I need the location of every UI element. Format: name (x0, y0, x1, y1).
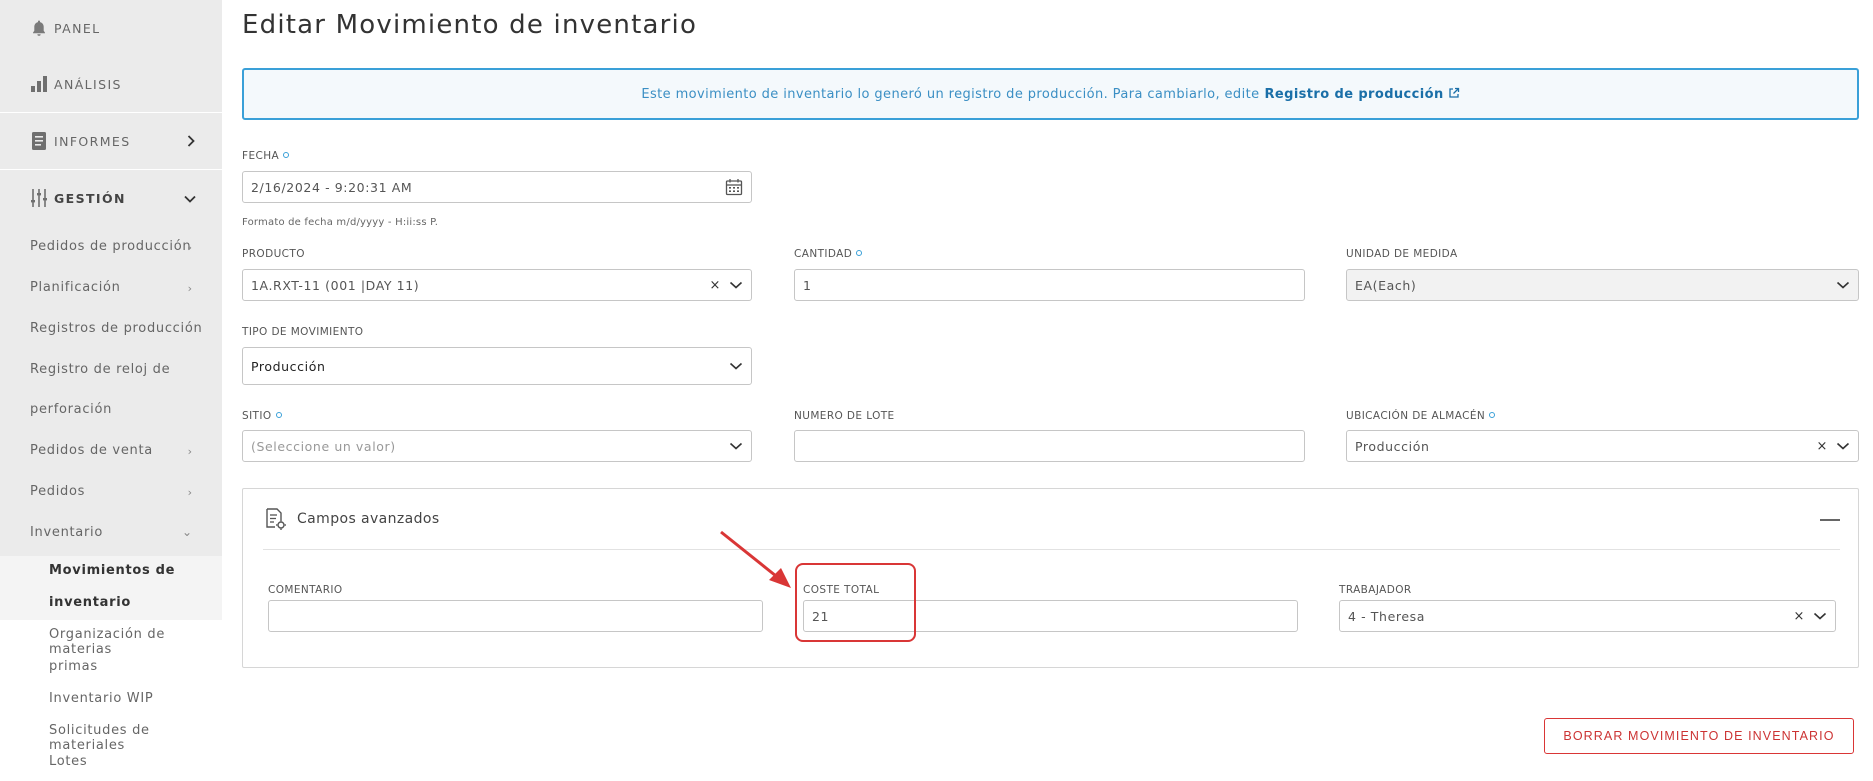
fecha-format-hint: Formato de fecha m/d/yyyy - H:ii:ss P. (242, 217, 439, 228)
external-link-icon (1448, 87, 1459, 98)
annotation-arrow-icon (720, 530, 791, 588)
nav-gestion-label: GESTIÓN (54, 190, 126, 206)
required-dot-icon (1489, 412, 1496, 418)
sitio-select[interactable]: (Seleccione un valor) (242, 430, 752, 462)
cantidad-input[interactable]: 1 (794, 269, 1305, 301)
chevron-right-icon (186, 132, 196, 151)
info-banner: Este movimiento de inventario lo generó … (242, 68, 1859, 120)
trabajador-label: TRABAJADOR (1339, 584, 1412, 596)
chevron-down-icon[interactable] (729, 361, 743, 371)
sliders-icon (28, 187, 50, 209)
sidebar-item-pedidos-produccion[interactable]: Pedidos de producción (30, 239, 191, 254)
cantidad-value: 1 (803, 277, 812, 293)
banner-link[interactable]: Registro de producción (1264, 87, 1459, 102)
sitio-label: SITIO (242, 410, 282, 422)
sidebar-subitem-movimientos-line2[interactable]: inventario (49, 595, 131, 610)
nav-analisis[interactable]: ANÁLISIS (0, 56, 222, 112)
ubicacion-label: UBICACIÓN DE ALMACÉN (1346, 410, 1496, 422)
comentario-input[interactable] (268, 600, 763, 632)
chevron-down-icon[interactable] (1813, 611, 1827, 621)
gestion-submenu: Pedidos de producción › Planificación › … (0, 226, 222, 556)
sidebar-item-planificacion[interactable]: Planificación (30, 280, 121, 295)
cantidad-label: CANTIDAD (794, 248, 863, 260)
tipo-label: TIPO DE MOVIMIENTO (242, 326, 364, 338)
sidebar: PANEL ANÁLISIS INFORMES GESTIÓN Pedidos … (0, 0, 222, 781)
nav-informes[interactable]: INFORMES (0, 113, 222, 169)
banner-text: Este movimiento de inventario lo generó … (641, 86, 1260, 102)
delete-movement-button[interactable]: BORRAR MOVIMIENTO DE INVENTARIO (1544, 718, 1854, 754)
bell-icon (28, 17, 50, 39)
collapse-icon[interactable] (1820, 519, 1840, 521)
clear-icon[interactable]: × (710, 278, 722, 293)
advanced-fields-panel: Campos avanzados COMENTARIO COSTE TOTAL … (242, 488, 1859, 668)
nav-gestion[interactable]: GESTIÓN (0, 170, 222, 226)
producto-select[interactable]: 1A.RXT-11 (001 |DAY 11) × (242, 269, 752, 301)
sidebar-subitem-movimientos[interactable]: Movimientos de (49, 563, 175, 578)
chevron-down-icon: ⌄ (181, 525, 192, 539)
unidad-select[interactable]: EA(Each) (1346, 269, 1859, 301)
trabajador-value: 4 - Theresa (1348, 608, 1425, 624)
chevron-right-icon: › (187, 486, 192, 499)
fecha-value: 2/16/2024 - 9:20:31 AM (251, 179, 413, 195)
sidebar-subitem-solicitudes[interactable]: Solicitudes de materiales (49, 723, 222, 753)
chevron-down-icon (184, 189, 196, 208)
comentario-label: COMENTARIO (268, 584, 343, 596)
fecha-input[interactable]: 2/16/2024 - 9:20:31 AM (242, 171, 752, 203)
sidebar-item-registros-produccion[interactable]: Registros de producción (30, 321, 202, 336)
trabajador-select[interactable]: 4 - Theresa × (1339, 600, 1836, 632)
sidebar-item-registro-reloj[interactable]: Registro de reloj de (30, 362, 170, 377)
sidebar-subitem-inventario-wip[interactable]: Inventario WIP (49, 691, 153, 706)
chevron-right-icon: › (187, 445, 192, 458)
sitio-placeholder: (Seleccione un valor) (251, 438, 396, 454)
clear-icon[interactable]: × (1817, 439, 1829, 454)
chevron-down-icon[interactable] (1836, 441, 1850, 451)
highlight-box (795, 563, 916, 642)
chevron-right-icon: › (187, 241, 192, 254)
nav-informes-label: INFORMES (54, 133, 131, 149)
nav-analisis-label: ANÁLISIS (54, 76, 122, 92)
ubicacion-select[interactable]: Producción × (1346, 430, 1859, 462)
sidebar-item-registro-reloj-line2[interactable]: perforación (30, 402, 112, 417)
document-settings-icon (266, 508, 286, 530)
bar-chart-icon (28, 73, 50, 95)
producto-label: PRODUCTO (242, 248, 305, 260)
page-title: Editar Movimiento de inventario (242, 10, 698, 40)
unidad-value: EA(Each) (1355, 277, 1417, 293)
ubicacion-value: Producción (1355, 438, 1430, 454)
main-content: Editar Movimiento de inventario Este mov… (222, 0, 1873, 781)
sidebar-subitem-lotes[interactable]: Lotes (49, 754, 87, 769)
tipo-value: Producción (251, 358, 326, 374)
sidebar-subitem-organizacion-line2[interactable]: primas (49, 659, 98, 674)
fecha-label: FECHA (242, 150, 290, 162)
sidebar-item-inventario[interactable]: Inventario (30, 525, 103, 540)
nav-panel[interactable]: PANEL (0, 0, 222, 56)
lote-label: NUMERO DE LOTE (794, 410, 895, 422)
advanced-fields-header[interactable]: Campos avanzados (263, 507, 440, 531)
sidebar-item-pedidos-venta[interactable]: Pedidos de venta (30, 443, 153, 458)
required-dot-icon (856, 250, 863, 256)
divider (263, 549, 1840, 550)
nav-panel-label: PANEL (54, 20, 101, 36)
required-dot-icon (283, 152, 290, 158)
lote-input[interactable] (794, 430, 1305, 462)
chevron-right-icon: › (187, 282, 192, 295)
advanced-fields-title: Campos avanzados (297, 511, 440, 527)
chevron-down-icon[interactable] (729, 280, 743, 290)
required-dot-icon (275, 412, 282, 418)
chevron-down-icon[interactable] (729, 441, 743, 451)
document-icon (28, 130, 50, 152)
sidebar-subitem-organizacion[interactable]: Organización de materias (49, 627, 222, 657)
tipo-select[interactable]: Producción (242, 347, 752, 385)
clear-icon[interactable]: × (1794, 609, 1806, 624)
sidebar-item-pedidos[interactable]: Pedidos (30, 484, 85, 499)
chevron-down-icon[interactable] (1836, 280, 1850, 290)
calendar-icon[interactable] (725, 178, 743, 196)
producto-value: 1A.RXT-11 (001 |DAY 11) (251, 277, 420, 293)
unidad-label: UNIDAD DE MEDIDA (1346, 248, 1458, 260)
